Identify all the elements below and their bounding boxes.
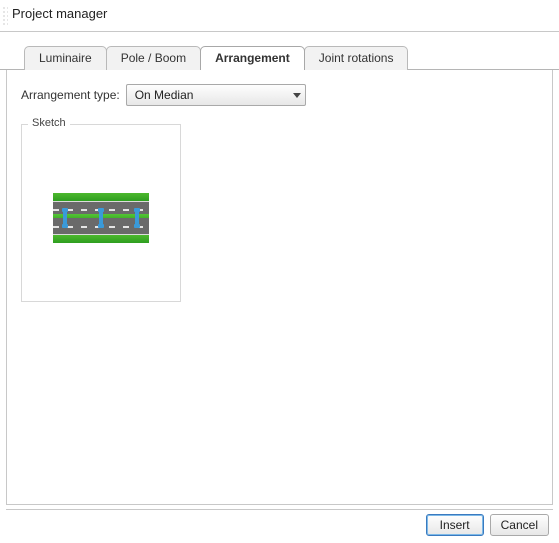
- tab-label: Arrangement: [215, 51, 290, 65]
- arrangement-type-label: Arrangement type:: [21, 88, 120, 102]
- window-title: Project manager: [12, 6, 107, 21]
- arrangement-pane: Arrangement type: On Median Sketch: [6, 70, 553, 505]
- tab-luminaire[interactable]: Luminaire: [24, 46, 107, 70]
- button-label: Insert: [440, 518, 470, 532]
- chevron-down-icon: [293, 93, 301, 98]
- grip-icon: [2, 6, 8, 25]
- tab-row: Luminaire Pole / Boom Arrangement Joint …: [0, 32, 559, 70]
- sketch-grass-top: [53, 193, 149, 201]
- sketch-grass-bottom: [53, 235, 149, 243]
- sketch-group: Sketch: [21, 124, 181, 302]
- sketch-preview: [53, 193, 149, 243]
- tab-label: Pole / Boom: [121, 51, 186, 65]
- sketch-edge-line: [53, 201, 149, 202]
- dropdown-value: On Median: [135, 88, 194, 102]
- sketch-pole-icon: [135, 210, 139, 226]
- insert-button[interactable]: Insert: [426, 514, 484, 536]
- project-manager-window: Project manager Luminaire Pole / Boom Ar…: [0, 0, 559, 543]
- sketch-pole-icon: [63, 210, 67, 226]
- dialog-footer: Insert Cancel: [6, 509, 553, 539]
- tab-joint-rotations[interactable]: Joint rotations: [304, 46, 409, 70]
- tab-label: Joint rotations: [319, 51, 394, 65]
- button-label: Cancel: [501, 518, 538, 532]
- cancel-button[interactable]: Cancel: [490, 514, 549, 536]
- tab-pole-boom[interactable]: Pole / Boom: [106, 46, 201, 70]
- tab-arrangement[interactable]: Arrangement: [200, 46, 305, 70]
- arrangement-type-row: Arrangement type: On Median: [21, 84, 538, 106]
- arrangement-type-dropdown[interactable]: On Median: [126, 84, 306, 106]
- sketch-pole-icon: [99, 210, 103, 226]
- tab-label: Luminaire: [39, 51, 92, 65]
- sketch-edge-line: [53, 234, 149, 235]
- sketch-legend: Sketch: [28, 117, 70, 129]
- title-bar: Project manager: [0, 0, 559, 32]
